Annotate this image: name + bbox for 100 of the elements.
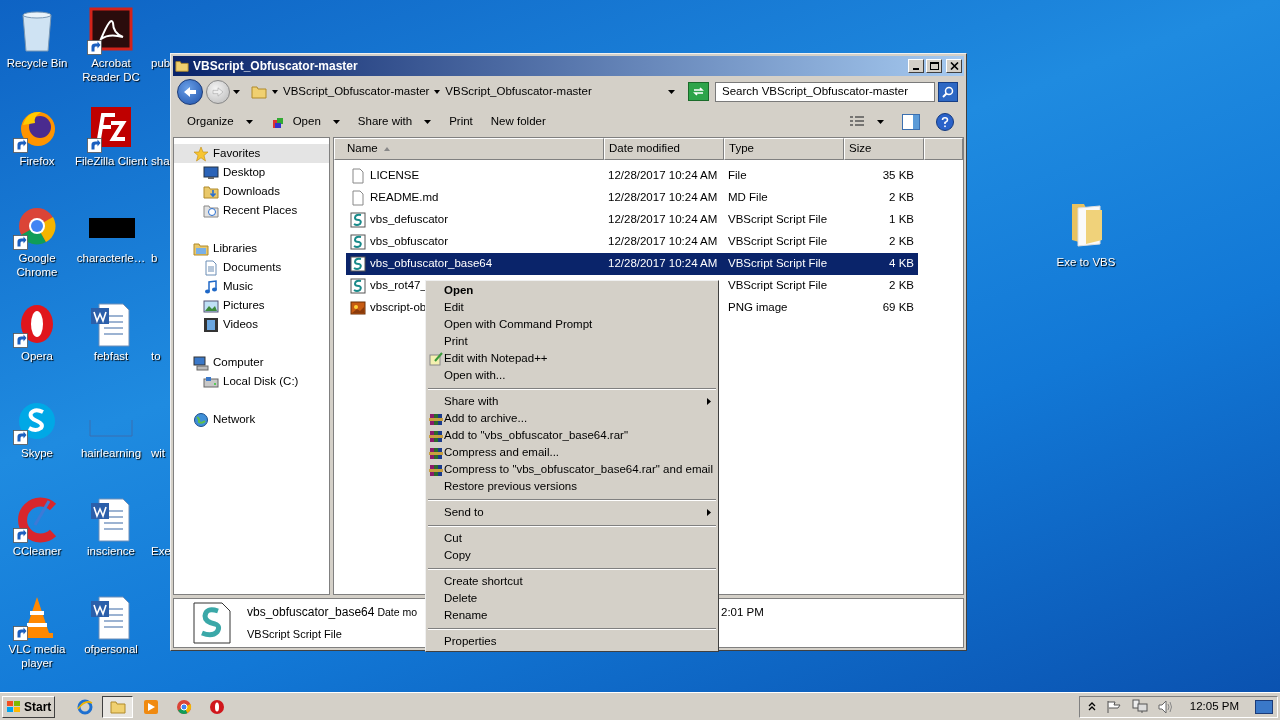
desktop-icon-label[interactable]: febfast: [73, 348, 149, 363]
refresh-button[interactable]: [688, 82, 709, 101]
views-button[interactable]: [849, 115, 884, 129]
toolbar-button[interactable]: New folder: [486, 110, 550, 134]
menu-item[interactable]: Print: [427, 333, 717, 350]
search-field[interactable]: Search VBScript_Obfuscator-master: [715, 81, 935, 102]
toolbar-button[interactable]: Organize: [183, 110, 257, 134]
monitor-icon: [203, 164, 219, 181]
desktop-icon-label[interactable]: ofpersonal: [73, 641, 149, 656]
menu-item[interactable]: Add to "vbs_obfuscator_base64.rar": [427, 427, 717, 444]
menu-item[interactable]: Edit with Notepad++: [427, 350, 717, 367]
address-caret-icon: [668, 89, 675, 94]
chrome-icon: [175, 698, 192, 715]
menu-item[interactable]: Create shortcut: [427, 573, 717, 590]
menu-item[interactable]: Delete: [427, 590, 717, 607]
desktop-icon-label[interactable]: Firefox: [0, 153, 75, 168]
menu-item[interactable]: Edit: [427, 299, 717, 316]
desktop-icon-label[interactable]: Exe: [151, 544, 171, 558]
file-name[interactable]: vbscript-ob: [370, 299, 427, 317]
folder-icon: [203, 183, 219, 200]
desktop-icon-label[interactable]: sha: [151, 153, 170, 168]
desktop-icon-label[interactable]: Skype: [0, 446, 75, 461]
breadcrumb[interactable]: VBScript_Obfuscator-master: [283, 82, 430, 101]
flag-icon[interactable]: [1105, 699, 1122, 714]
desktop-icon-label[interactable]: Google Chrome: [0, 251, 75, 280]
desktop-icon-label[interactable]: Exe to VBS: [1056, 254, 1116, 272]
desktop-icon-label[interactable]: CCleaner: [0, 544, 75, 558]
desktop-icon-label[interactable]: b: [151, 251, 158, 266]
desktop-icon-label[interactable]: characterle…: [73, 251, 149, 266]
column-header[interactable]: Size: [844, 138, 924, 160]
menu-item[interactable]: Cut: [427, 530, 717, 547]
details-file-name: vbs_obfuscator_base64: [247, 604, 375, 622]
desktop-icon-label[interactable]: FileZilla Client: [73, 153, 149, 168]
menu-item[interactable]: Properties: [427, 633, 717, 650]
script-icon: [350, 278, 366, 294]
chevron-up-icon[interactable]: [1087, 702, 1096, 711]
menu-item[interactable]: Share with: [427, 393, 717, 410]
nav-item[interactable]: Network: [174, 410, 329, 429]
toolbar-button[interactable]: Print: [445, 110, 477, 134]
desktop-icon-label[interactable]: wit: [151, 446, 166, 461]
toolbar-button[interactable]: Share with: [353, 110, 436, 134]
speaker-icon[interactable]: [1157, 699, 1174, 714]
nav-item[interactable]: Downloads: [174, 182, 329, 201]
desktop-icon-label[interactable]: pub: [151, 56, 171, 70]
menu-item[interactable]: Compress and email...: [427, 444, 717, 461]
nav-item[interactable]: Computer: [174, 353, 329, 372]
menu-item[interactable]: Open with...: [427, 367, 717, 384]
nav-item[interactable]: Documents: [174, 258, 329, 277]
help-button[interactable]: [936, 113, 954, 131]
nav-item[interactable]: Local Disk (C:): [174, 372, 329, 391]
column-header[interactable]: Name: [334, 138, 604, 160]
file-name[interactable]: vbs_obfuscator: [370, 233, 448, 251]
toolbar-button[interactable]: Open: [266, 110, 344, 134]
desktop-icon-label[interactable]: Recycle Bin: [0, 56, 75, 70]
preview-pane-button[interactable]: [902, 114, 920, 130]
menu-item[interactable]: Add to archive...: [427, 410, 717, 427]
start-button[interactable]: Start: [2, 695, 56, 718]
nav-item[interactable]: Recent Places: [174, 201, 329, 220]
desktop-icon-label[interactable]: hairlearning: [73, 446, 149, 461]
file-name[interactable]: vbs_rot47_: [370, 277, 427, 295]
back-button[interactable]: [177, 78, 203, 105]
minimize-button[interactable]: [908, 59, 924, 73]
menu-item[interactable]: Send to: [427, 504, 717, 521]
column-header[interactable]: Type: [724, 138, 844, 160]
menu-item[interactable]: Open: [427, 282, 717, 299]
clock[interactable]: 12:05 PM: [1189, 697, 1239, 716]
search-button[interactable]: [938, 81, 958, 102]
caret-icon: [877, 120, 884, 124]
menu-item[interactable]: Open with Command Prompt: [427, 316, 717, 333]
column-header[interactable]: Date modified: [604, 138, 724, 160]
nav-item[interactable]: Music: [174, 277, 329, 296]
file-size: 2 KB: [889, 278, 914, 294]
file-name[interactable]: vbs_defuscator: [370, 211, 448, 229]
submenu-arrow-icon: [707, 509, 711, 516]
file-type: VBScript Script File: [728, 213, 828, 226]
desktop-icon-label[interactable]: inscience: [73, 544, 149, 558]
file-name[interactable]: LICENSE: [370, 167, 420, 185]
desktop-icon-label[interactable]: Opera: [0, 348, 75, 363]
menu-item[interactable]: Restore previous versions: [427, 478, 717, 495]
desktop-icon-label[interactable]: Acrobat Reader DC: [73, 56, 149, 84]
menu-item[interactable]: Rename: [427, 607, 717, 624]
image-icon: [350, 300, 366, 316]
menu-item[interactable]: Compress to "vbs_obfuscator_base64.rar" and email: [427, 461, 717, 478]
nav-item[interactable]: Videos: [174, 315, 329, 334]
close-button[interactable]: [946, 59, 962, 73]
file-name[interactable]: README.md: [370, 189, 439, 207]
nav-item[interactable]: Desktop: [174, 163, 329, 182]
maximize-button[interactable]: [926, 59, 942, 73]
file-name[interactable]: vbs_obfuscator_base64: [370, 255, 493, 273]
menu-item[interactable]: Copy: [427, 547, 717, 564]
nav-item[interactable]: Favorites: [174, 144, 329, 163]
nav-item[interactable]: Libraries: [174, 239, 329, 258]
taskbar-button[interactable]: [102, 695, 134, 718]
desktop-icon-label[interactable]: to: [151, 348, 161, 363]
network-icon[interactable]: [1131, 699, 1148, 714]
desktop-icon-label[interactable]: VLC media player: [0, 641, 75, 670]
nav-item[interactable]: Pictures: [174, 296, 329, 315]
show-desktop-button[interactable]: [1255, 699, 1273, 714]
breadcrumb[interactable]: VBScript_Obfuscator-master: [445, 82, 592, 101]
close-icon: [949, 62, 959, 70]
